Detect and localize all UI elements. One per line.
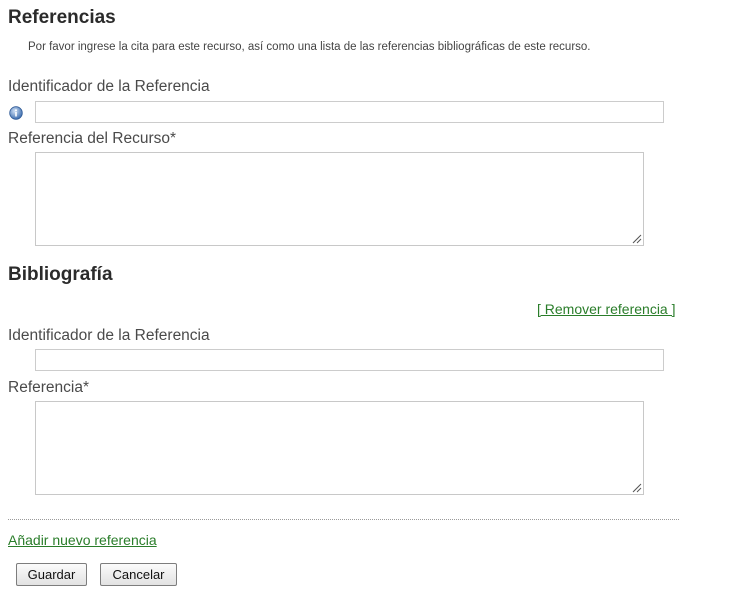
save-button[interactable]: Guardar bbox=[16, 563, 87, 586]
resize-grip-icon[interactable] bbox=[630, 232, 642, 244]
add-reference-link[interactable]: Añadir nuevo referencia bbox=[8, 532, 157, 548]
reference-identifier-label: Identificador de la Referencia bbox=[8, 78, 210, 95]
bibliography-reference-label: Referencia* bbox=[8, 379, 89, 396]
resource-reference-textarea[interactable] bbox=[35, 152, 644, 246]
info-icon[interactable] bbox=[9, 106, 23, 125]
bibliography-reference-field bbox=[35, 401, 644, 495]
bibliography-identifier-input[interactable] bbox=[35, 349, 664, 371]
resize-grip-icon[interactable] bbox=[630, 481, 642, 493]
resource-reference-field bbox=[35, 152, 644, 246]
bibliography-heading: Bibliografía bbox=[8, 264, 113, 285]
resource-reference-label: Referencia del Recurso* bbox=[8, 130, 177, 147]
references-intro-text: Por favor ingrese la cita para este recu… bbox=[28, 41, 591, 53]
cancel-button[interactable]: Cancelar bbox=[100, 563, 177, 586]
section-divider bbox=[8, 519, 679, 520]
bibliography-reference-textarea[interactable] bbox=[35, 401, 644, 495]
reference-identifier-input[interactable] bbox=[35, 101, 664, 123]
references-heading: Referencias bbox=[8, 7, 116, 28]
remove-reference-link[interactable]: [ Remover referencia ] bbox=[537, 301, 676, 317]
bibliography-identifier-label: Identificador de la Referencia bbox=[8, 327, 210, 344]
